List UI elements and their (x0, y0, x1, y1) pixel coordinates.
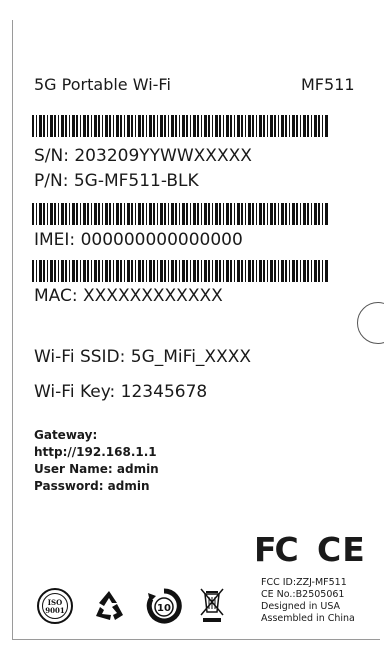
designed-in: Designed in USA (261, 601, 341, 612)
mac-address: MAC: XXXXXXXXXXXX (34, 286, 223, 306)
admin-password: Password: admin (34, 479, 150, 493)
ce-number: CE No.:B2505061 (261, 589, 345, 600)
part-number: P/N: 5G-MF511-BLK (34, 171, 199, 191)
barcode-icon (32, 203, 329, 225)
ce-logo-icon: CE (317, 530, 366, 569)
wifi-key: Wi-Fi Key: 12345678 (34, 382, 208, 402)
regulatory-text: FCC ID:ZZJ-MF511 CE No.:B2505061 Designe… (261, 577, 355, 625)
assembled-in: Assembled in China (261, 613, 355, 624)
serial-number: S/N: 203209YYWWXXXXX (34, 146, 252, 166)
admin-username: User Name: admin (34, 462, 159, 476)
barcode-icon (32, 260, 329, 282)
ten-icon-number: 10 (157, 603, 171, 614)
gateway-url: http://192.168.1.1 (34, 445, 157, 459)
recycle-icon (96, 591, 123, 620)
iso-seal-number: 9001 (45, 606, 65, 615)
wifi-ssid: Wi-Fi SSID: 5G_MiFi_XXXX (34, 347, 252, 367)
model-number: MF511 (301, 75, 355, 94)
product-name: 5G Portable Wi-Fi (34, 75, 171, 94)
imei-number: IMEI: 000000000000000 (34, 230, 243, 250)
gateway-label: Gateway: (34, 428, 98, 442)
barcode-icon (32, 115, 329, 137)
crossed-bin-icon (200, 588, 224, 622)
ten-year-recycle-icon: 10 (146, 588, 182, 624)
fcc-logo-icon: FC (254, 530, 299, 569)
iso-9001-seal-icon: ISO 9001 (37, 588, 73, 624)
device-label: 5G Portable Wi-Fi MF511 S/N: 203209YYWWX… (12, 20, 380, 640)
fcc-id: FCC ID:ZZJ-MF511 (261, 577, 347, 588)
